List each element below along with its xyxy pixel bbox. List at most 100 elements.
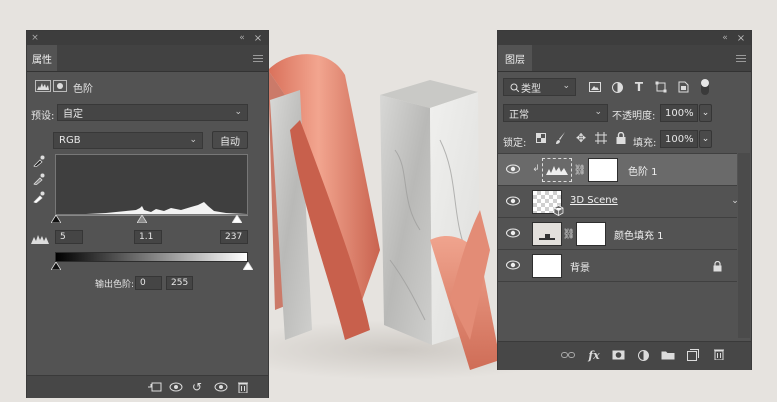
midtone-input-slider[interactable] bbox=[137, 215, 147, 223]
panel-title-strip: × « × bbox=[27, 31, 268, 45]
input-midtone-field[interactable]: 1.1 bbox=[134, 230, 162, 244]
fill-field[interactable]: 100% bbox=[660, 130, 698, 148]
white-point-eyedropper-icon[interactable] bbox=[32, 190, 46, 204]
tab-layers[interactable]: 图层 bbox=[498, 45, 532, 71]
output-white-field[interactable]: 255 bbox=[166, 276, 193, 290]
view-previous-state-icon[interactable] bbox=[168, 380, 184, 394]
collapse-icon[interactable]: « bbox=[719, 31, 731, 45]
auto-button[interactable]: 自动 bbox=[212, 131, 248, 149]
panel-title-strip: « × bbox=[498, 31, 751, 45]
delete-layer-trash-icon[interactable] bbox=[712, 347, 726, 361]
visibility-eye-icon[interactable] bbox=[506, 164, 520, 174]
chevron-down-icon: ⌄ bbox=[562, 81, 570, 91]
filter-pixel-icon[interactable] bbox=[588, 80, 602, 94]
gray-point-eyedropper-icon[interactable] bbox=[32, 172, 46, 186]
layers-list: ↲ ⛓ 色阶 1 3D Scene ⛓ 颜色填充 1 背景 bbox=[498, 153, 737, 282]
layer-row-color-fill[interactable]: ⛓ 颜色填充 1 bbox=[498, 218, 737, 250]
layer-row-3d-scene[interactable]: 3D Scene bbox=[498, 186, 737, 218]
background-thumbnail bbox=[532, 254, 562, 278]
layer-name[interactable]: 色阶 1 bbox=[628, 163, 658, 178]
output-black-value: 0 bbox=[140, 278, 146, 288]
layer-filter-dropdown[interactable]: 类型 ⌄ bbox=[503, 78, 576, 96]
input-midtone-value: 1.1 bbox=[139, 232, 154, 242]
visibility-eye-icon[interactable] bbox=[506, 228, 520, 238]
preset-dropdown[interactable]: 自定 ⌄ bbox=[57, 104, 248, 121]
layer-row-background[interactable]: 背景 bbox=[498, 250, 737, 282]
layer-mask-icon[interactable] bbox=[53, 80, 67, 92]
output-white-value: 255 bbox=[171, 278, 189, 288]
chevron-down-icon: ⌄ bbox=[594, 107, 602, 117]
new-layer-icon[interactable] bbox=[686, 348, 700, 362]
link-layers-icon[interactable] bbox=[560, 348, 576, 362]
new-group-folder-icon[interactable] bbox=[660, 348, 676, 362]
lock-all-icon[interactable] bbox=[615, 132, 627, 144]
layer-style-fx-icon[interactable]: fx bbox=[586, 347, 602, 363]
layer-name[interactable]: 背景 bbox=[570, 259, 590, 274]
reset-icon[interactable]: ↺ bbox=[190, 380, 204, 394]
search-icon bbox=[509, 83, 519, 92]
black-point-eyedropper-icon[interactable] bbox=[32, 154, 46, 168]
lock-image-pixels-icon[interactable] bbox=[555, 132, 567, 144]
opacity-field[interactable]: 100% bbox=[660, 104, 698, 122]
layers-tabbar: 图层 bbox=[498, 45, 751, 72]
layers-footer: fx bbox=[498, 341, 751, 370]
close-panel-group-icon[interactable]: × bbox=[252, 31, 264, 45]
output-white-slider[interactable] bbox=[243, 262, 253, 270]
filter-toggle-icon[interactable] bbox=[700, 77, 710, 97]
trash-icon[interactable] bbox=[236, 380, 250, 394]
input-shadow-field[interactable]: 5 bbox=[55, 230, 83, 244]
output-gradient bbox=[55, 252, 248, 262]
add-mask-icon[interactable] bbox=[610, 348, 626, 362]
layers-scrollbar[interactable] bbox=[738, 153, 750, 338]
new-adjustment-layer-icon[interactable] bbox=[636, 348, 650, 362]
channel-dropdown[interactable]: RGB ⌄ bbox=[53, 132, 203, 149]
close-panel-icon[interactable]: × bbox=[30, 32, 40, 44]
input-shadow-value: 5 bbox=[60, 232, 66, 242]
visibility-eye-icon[interactable] bbox=[506, 260, 520, 270]
fill-slider-toggle[interactable]: ⌄ bbox=[699, 130, 712, 148]
input-highlight-field[interactable]: 237 bbox=[220, 230, 248, 244]
close-panel-group-icon[interactable]: × bbox=[735, 31, 747, 45]
filter-type-icon[interactable]: T bbox=[632, 80, 646, 94]
collapse-icon[interactable]: « bbox=[236, 31, 248, 45]
visibility-eye-icon[interactable] bbox=[213, 380, 229, 394]
output-black-field[interactable]: 0 bbox=[135, 276, 162, 290]
panel-menu-icon[interactable] bbox=[736, 55, 746, 62]
filter-shape-icon[interactable] bbox=[654, 80, 668, 94]
visibility-eye-icon[interactable] bbox=[506, 196, 520, 206]
clipping-warning-icon[interactable] bbox=[31, 233, 49, 245]
input-highlight-value: 237 bbox=[225, 232, 243, 242]
channel-value: RGB bbox=[59, 135, 81, 146]
chain-link-icon[interactable]: ⛓ bbox=[574, 163, 587, 177]
opacity-label: 不透明度: bbox=[612, 111, 656, 122]
shadow-input-slider[interactable] bbox=[51, 215, 61, 223]
lock-artboard-icon[interactable] bbox=[595, 132, 607, 144]
output-black-slider[interactable] bbox=[51, 262, 61, 270]
tab-layers-label: 图层 bbox=[505, 54, 525, 66]
histogram bbox=[55, 154, 248, 215]
layer-row-levels[interactable]: ↲ ⛓ 色阶 1 bbox=[498, 154, 737, 186]
lock-transparent-pixels-icon[interactable] bbox=[535, 132, 547, 144]
lock-position-icon[interactable]: ✥ bbox=[575, 131, 587, 145]
fill-label: 填充: bbox=[633, 138, 657, 149]
input-levels-track bbox=[55, 215, 248, 216]
layer-mask-thumbnail[interactable] bbox=[576, 222, 606, 246]
lock-icon bbox=[712, 260, 722, 272]
layer-name[interactable]: 3D Scene bbox=[570, 195, 618, 206]
opacity-value: 100% bbox=[665, 107, 694, 119]
properties-panel: × « × 属性 色阶 预设: 自定 ⌄ RGB ⌄ 自动 5 1.1 237 … bbox=[26, 30, 269, 398]
properties-tabbar: 属性 bbox=[27, 45, 268, 72]
highlight-input-slider[interactable] bbox=[232, 215, 242, 223]
filter-adjustment-icon[interactable] bbox=[610, 80, 624, 94]
blend-mode-dropdown[interactable]: 正常 ⌄ bbox=[503, 104, 608, 122]
chain-link-icon[interactable]: ⛓ bbox=[563, 227, 576, 241]
panel-menu-icon[interactable] bbox=[253, 55, 263, 62]
preset-value: 自定 bbox=[63, 109, 83, 120]
filter-smart-object-icon[interactable] bbox=[676, 80, 690, 94]
layer-name[interactable]: 颜色填充 1 bbox=[614, 227, 664, 242]
levels-thumbnail-icon bbox=[542, 158, 572, 182]
clip-to-layer-icon[interactable] bbox=[147, 380, 163, 394]
layer-mask-thumbnail[interactable] bbox=[588, 158, 618, 182]
tab-properties[interactable]: 属性 bbox=[27, 45, 57, 71]
opacity-slider-toggle[interactable]: ⌄ bbox=[699, 104, 712, 122]
